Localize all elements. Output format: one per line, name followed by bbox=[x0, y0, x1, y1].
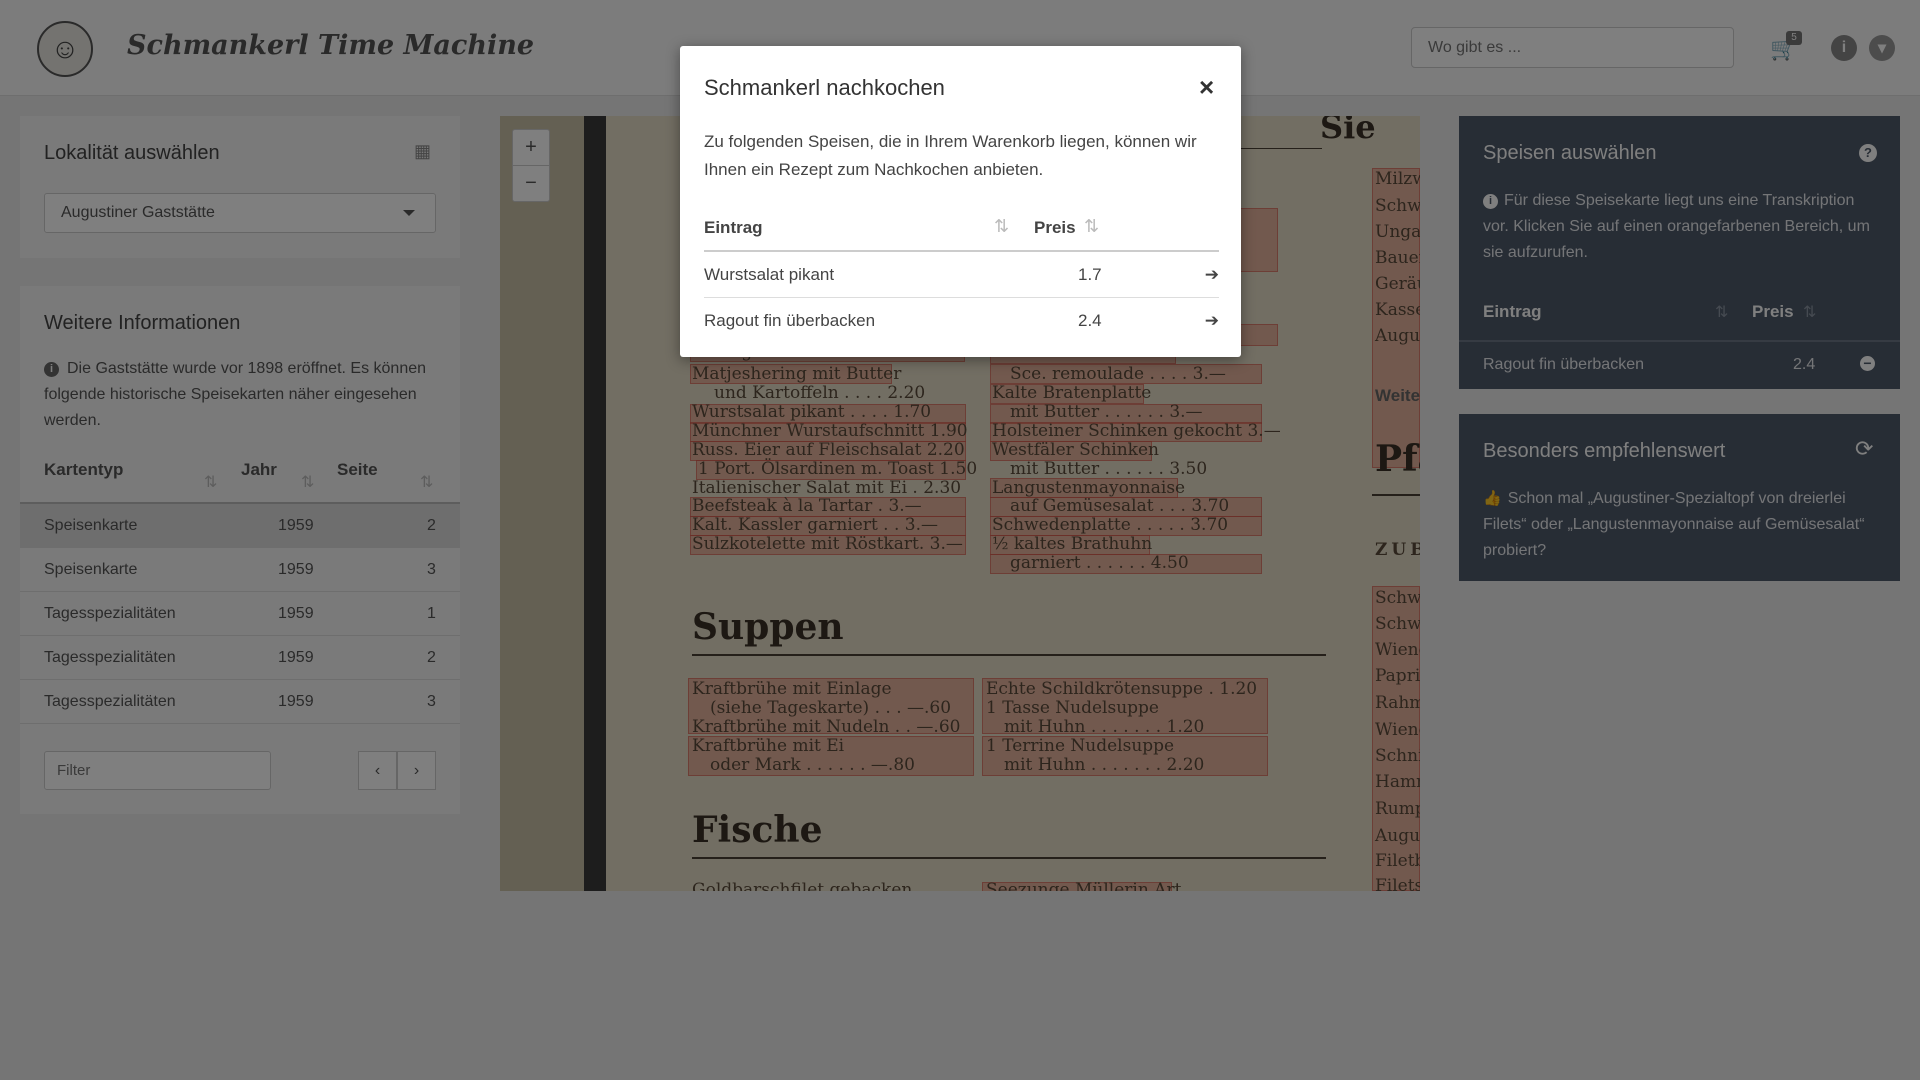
cell-entry: Ragout fin überbacken bbox=[704, 311, 876, 330]
col-header-entry[interactable]: Eintrag bbox=[704, 218, 763, 238]
cell-entry: Wurstsalat pikant bbox=[704, 265, 835, 284]
col-header-price[interactable]: Preis bbox=[1034, 218, 1076, 238]
sign-out-icon[interactable]: ➔ bbox=[1205, 311, 1219, 331]
sort-icon[interactable]: ⇅ bbox=[994, 216, 1009, 237]
close-icon[interactable]: × bbox=[1199, 72, 1214, 103]
modal-title: Schmankerl nachkochen bbox=[704, 75, 945, 100]
table-row[interactable]: Ragout fin überbacken 2.4 ➔ bbox=[704, 298, 1219, 344]
cell-price: 2.4 bbox=[1078, 311, 1102, 330]
sort-icon[interactable]: ⇅ bbox=[1084, 216, 1099, 237]
table-row[interactable]: Wurstsalat pikant 1.7 ➔ bbox=[704, 252, 1219, 298]
modal-body-text: Zu folgenden Speisen, die in Ihrem Waren… bbox=[704, 132, 1197, 179]
recipe-modal: Schmankerl nachkochen × Zu folgenden Spe… bbox=[680, 46, 1241, 357]
sign-out-icon[interactable]: ➔ bbox=[1205, 265, 1219, 285]
cell-price: 1.7 bbox=[1078, 265, 1102, 284]
